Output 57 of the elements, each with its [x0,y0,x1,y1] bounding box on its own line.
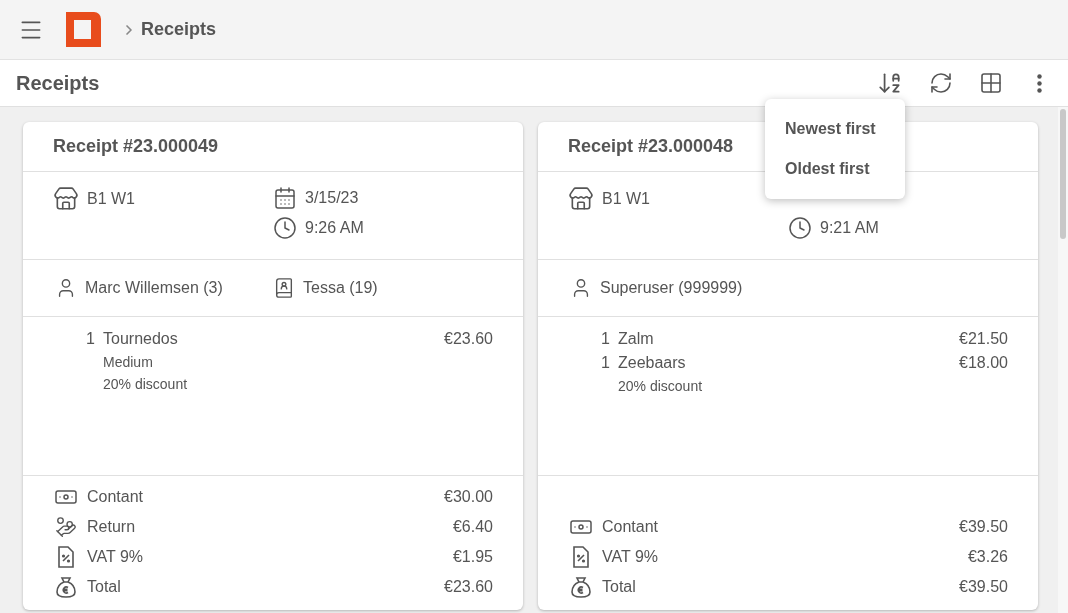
location-text: B1 W1 [602,189,650,209]
scrollbar[interactable] [1058,107,1068,613]
hand-coins-icon [55,516,77,538]
total-amount: €23.60 [444,577,493,597]
sort-option[interactable]: Oldest first [765,149,905,189]
total-label: Total [87,577,122,597]
total-label: Contant [87,487,145,507]
total-label: Total [602,577,637,597]
item-price: €18.00 [959,353,1008,373]
person-name: Marc Willemsen (3) [85,278,223,298]
total-label: VAT 9% [87,547,145,567]
percent-document-icon [571,546,591,568]
person-name: Tessa (19) [303,278,378,298]
store-icon [53,186,79,212]
item-quantity: 1 [600,329,611,349]
item-quantity: 1 [600,353,611,373]
item-name: Zalm [618,329,655,349]
store-icon [568,186,594,212]
page-title: Receipts [16,71,101,96]
item-price: €21.50 [959,329,1008,349]
clock-icon [273,216,297,240]
total-label: VAT 9% [602,547,660,567]
total-label: Return [87,517,137,537]
total-amount: €1.95 [452,547,493,567]
app-logo-icon [66,12,101,47]
calendar-icon [273,186,297,210]
money-bag-icon [55,576,77,598]
date-text: 3/15/23 [305,188,359,208]
location-text: B1 W1 [87,189,135,209]
item-note: 20% discount [102,375,189,394]
item-name: Zeebaars [618,353,687,373]
grid-view-button[interactable] [979,71,1003,95]
person-name: Superuser (999999) [600,278,743,298]
percent-document-icon [56,546,76,568]
money-bag-icon [570,576,592,598]
total-amount: €3.26 [967,547,1008,567]
more-vertical-icon [1037,73,1042,93]
item-note: 20% discount [617,377,704,396]
item-name: Tournedos [103,329,179,349]
clock-icon [788,216,812,240]
sort-option[interactable]: Newest first [765,109,905,149]
receipt-title: Receipt #23.000049 [53,135,219,158]
refresh-button[interactable] [929,71,953,95]
time-text: 9:21 AM [820,218,879,238]
total-amount: €39.50 [959,517,1008,537]
total-amount: €6.40 [452,517,493,537]
total-label: Contant [602,517,660,537]
breadcrumb-current: Receipts [141,18,217,41]
item-quantity: 1 [85,329,96,349]
receipt-title: Receipt #23.000048 [568,135,734,158]
item-price: €23.60 [444,329,493,349]
sort-button[interactable] [877,70,903,96]
total-amount: €39.50 [959,577,1008,597]
total-amount: €30.00 [444,487,493,507]
time-text: 9:26 AM [305,218,364,238]
contact-book-icon [273,277,295,299]
item-note: Medium [102,353,154,372]
